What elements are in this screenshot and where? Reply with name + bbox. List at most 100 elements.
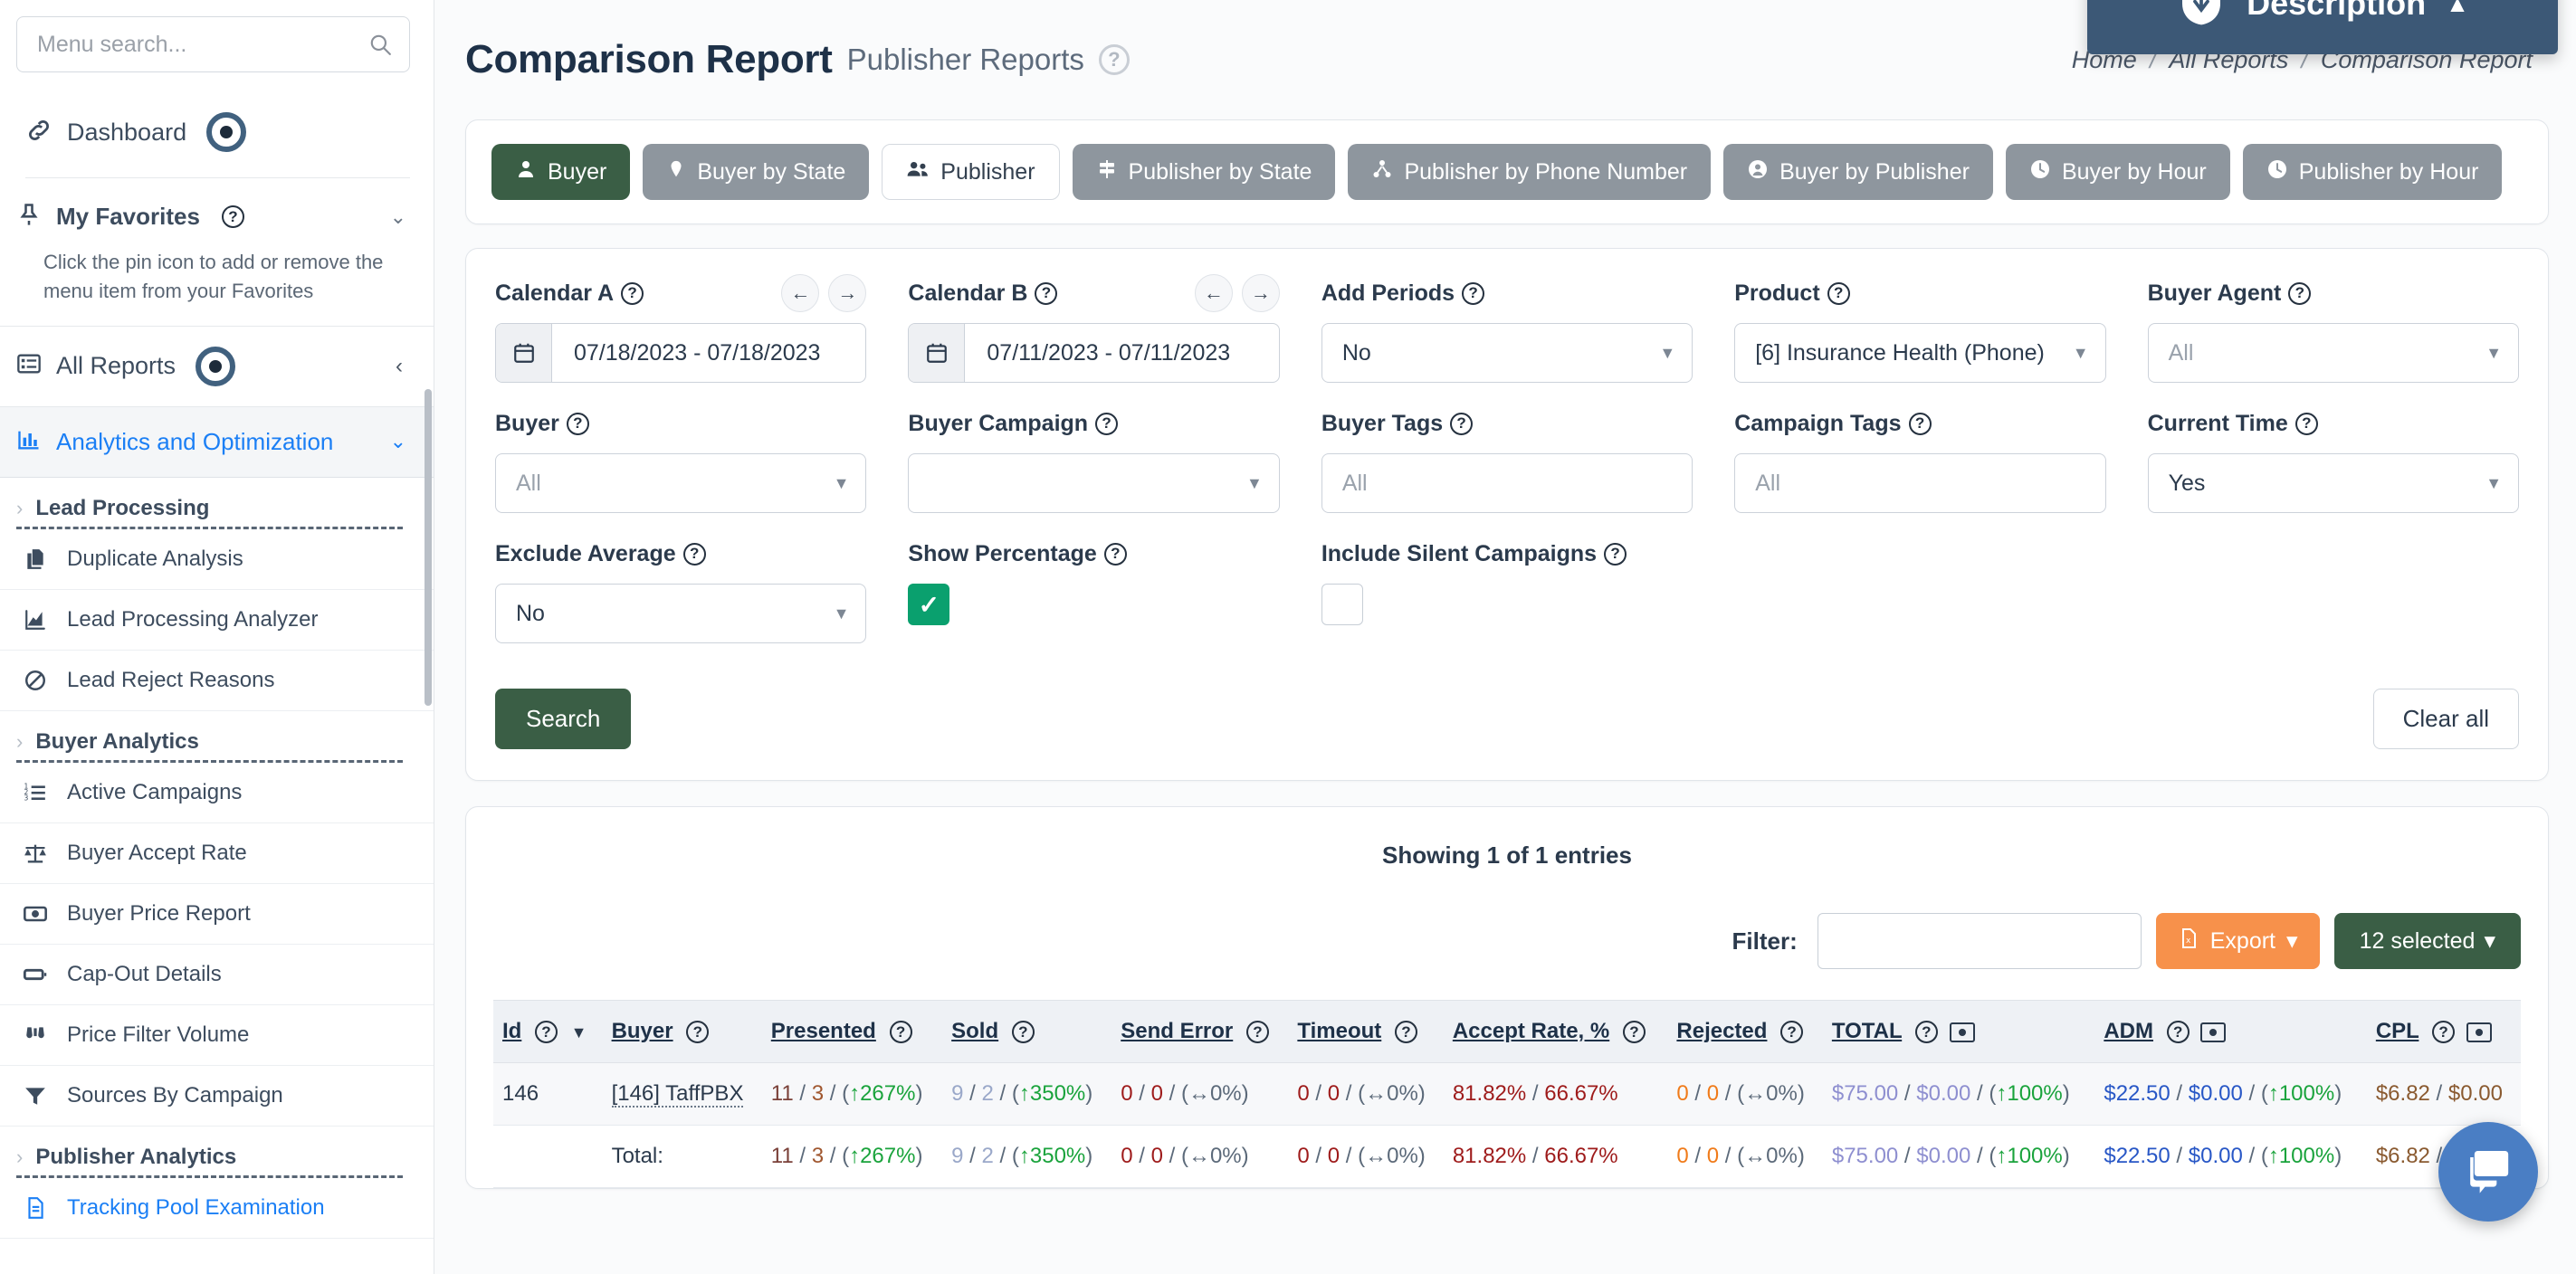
question-circle-icon[interactable]: ? — [1104, 543, 1127, 566]
column-header-total[interactable]: TOTAL ? — [1823, 1001, 2094, 1063]
question-circle-icon[interactable]: ? — [1012, 1021, 1035, 1043]
question-circle-icon[interactable]: ? — [2432, 1021, 2455, 1043]
question-circle-icon[interactable]: ? — [1099, 44, 1130, 75]
prev-period-button[interactable]: ← — [781, 274, 819, 312]
sidebar-item-all-reports[interactable]: All Reports ‹ — [0, 326, 434, 406]
buyer-agent-select[interactable]: All ▼ — [2148, 323, 2519, 383]
sidebar-group-lead-processing[interactable]: › Lead Processing — [0, 478, 434, 527]
money-icon[interactable] — [1950, 1022, 1975, 1042]
tab-publisher-by-hour[interactable]: Publisher by Hour — [2243, 144, 2503, 200]
chevron-down-icon[interactable]: ⌄ — [390, 205, 406, 229]
chevron-left-icon[interactable]: ‹ — [396, 354, 403, 379]
question-circle-icon[interactable]: ? — [2295, 413, 2318, 435]
table-row[interactable]: 146 [146] TaffPBX 11 / 3 / (↑267%) 9 / 2… — [493, 1063, 2521, 1126]
question-circle-icon[interactable]: ? — [621, 282, 644, 305]
search-button[interactable]: Search — [495, 689, 631, 749]
question-circle-icon[interactable]: ? — [1035, 282, 1057, 305]
money-icon[interactable] — [2200, 1022, 2226, 1042]
eye-icon[interactable] — [206, 112, 246, 152]
sidebar-item-price-filter-volume[interactable]: Price Filter Volume — [0, 1005, 434, 1066]
caret-up-icon[interactable]: ▲ — [2446, 0, 2469, 18]
campaign-tags-select[interactable]: All — [1734, 453, 2105, 513]
question-circle-icon[interactable]: ? — [567, 413, 589, 435]
tab-buyer-by-hour[interactable]: Buyer by Hour — [2006, 144, 2230, 200]
sidebar-item-tracking-pool-examination[interactable]: Tracking Pool Examination — [0, 1178, 434, 1239]
eye-icon[interactable] — [196, 347, 235, 386]
sidebar-scrollbar[interactable] — [425, 389, 432, 706]
buyer-tags-select[interactable]: All — [1321, 453, 1693, 513]
column-header-cpl[interactable]: CPL ? — [2367, 1001, 2521, 1063]
buyer-select[interactable]: All ▼ — [495, 453, 866, 513]
sidebar-item-dashboard[interactable]: Dashboard — [25, 85, 410, 178]
sidebar-item-cap-out-details[interactable]: Cap-Out Details — [0, 945, 434, 1005]
question-circle-icon[interactable]: ? — [1395, 1021, 1417, 1043]
question-circle-icon[interactable]: ? — [1095, 413, 1118, 435]
exclude-average-select[interactable]: No ▼ — [495, 584, 866, 643]
next-period-button[interactable]: → — [828, 274, 866, 312]
sidebar-group-publisher-analytics[interactable]: › Publisher Analytics — [0, 1127, 434, 1175]
sidebar-item-lead-processing-analyzer[interactable]: Lead Processing Analyzer — [0, 590, 434, 651]
columns-selected-button[interactable]: 12 selected ▾ — [2334, 913, 2521, 969]
question-circle-icon[interactable]: ? — [222, 205, 244, 228]
sidebar-group-buyer-analytics[interactable]: › Buyer Analytics — [0, 711, 434, 760]
calendar-b-input[interactable]: 07/11/2023 - 07/11/2023 — [908, 323, 1279, 383]
question-circle-icon[interactable]: ? — [1450, 413, 1473, 435]
column-header-adm[interactable]: ADM ? — [2094, 1001, 2366, 1063]
column-header-id[interactable]: Id ? ▼ — [493, 1001, 603, 1063]
include-silent-campaigns-checkbox[interactable] — [1321, 584, 1363, 625]
question-circle-icon[interactable]: ? — [890, 1021, 912, 1043]
sidebar-section-favorites[interactable]: My Favorites ? ⌄ — [0, 178, 434, 242]
question-circle-icon[interactable]: ? — [2167, 1021, 2190, 1043]
current-time-select[interactable]: Yes ▼ — [2148, 453, 2519, 513]
table-filter-input[interactable] — [1818, 913, 2142, 969]
prev-period-button[interactable]: ← — [1195, 274, 1233, 312]
sidebar-item-sources-by-campaign[interactable]: Sources By Campaign — [0, 1066, 434, 1127]
column-header-buyer[interactable]: Buyer ? — [603, 1001, 762, 1063]
export-button[interactable]: x Export ▾ — [2156, 913, 2320, 969]
sidebar-item-buyer-price-report[interactable]: Buyer Price Report — [0, 884, 434, 945]
money-icon[interactable] — [2466, 1022, 2492, 1042]
sort-descending-icon[interactable]: ▼ — [571, 1023, 587, 1041]
clear-all-button[interactable]: Clear all — [2373, 689, 2519, 749]
question-circle-icon[interactable]: ? — [1909, 413, 1932, 435]
tab-buyer-by-publisher[interactable]: Buyer by Publisher — [1723, 144, 1993, 200]
column-header-accept-rate[interactable]: Accept Rate, % ? — [1444, 1001, 1668, 1063]
sidebar-item-duplicate-analysis[interactable]: Duplicate Analysis — [0, 529, 434, 590]
question-circle-icon[interactable]: ? — [1827, 282, 1850, 305]
question-circle-icon[interactable]: ? — [1780, 1021, 1803, 1043]
cell-buyer[interactable]: [146] TaffPBX — [603, 1063, 762, 1126]
chat-widget-button[interactable] — [2438, 1122, 2538, 1222]
sidebar-item-analytics-and-optimization[interactable]: Analytics and Optimization ⌄ — [0, 406, 434, 478]
sidebar-item-active-campaigns[interactable]: 1 2 3 Active Campaigns — [0, 763, 434, 823]
add-periods-select[interactable]: No ▼ — [1321, 323, 1693, 383]
sidebar-item-lead-reject-reasons[interactable]: Lead Reject Reasons — [0, 651, 434, 711]
description-panel[interactable]: Description ▲ — [2087, 0, 2558, 54]
column-header-send-error[interactable]: Send Error ? — [1111, 1001, 1288, 1063]
question-circle-icon[interactable]: ? — [1604, 543, 1627, 566]
next-period-button[interactable]: → — [1242, 274, 1280, 312]
column-header-presented[interactable]: Presented ? — [762, 1001, 942, 1063]
column-header-rejected[interactable]: Rejected ? — [1667, 1001, 1822, 1063]
question-circle-icon[interactable]: ? — [2288, 282, 2311, 305]
question-circle-icon[interactable]: ? — [1623, 1021, 1646, 1043]
buyer-campaign-select[interactable]: ▼ — [908, 453, 1279, 513]
buyer-link[interactable]: [146] TaffPBX — [612, 1081, 744, 1108]
question-circle-icon[interactable]: ? — [535, 1021, 558, 1043]
question-circle-icon[interactable]: ? — [1915, 1021, 1938, 1043]
tab-publisher-by-state[interactable]: Publisher by State — [1073, 144, 1336, 200]
question-circle-icon[interactable]: ? — [686, 1021, 709, 1043]
chevron-down-icon[interactable]: ⌄ — [390, 430, 406, 453]
calendar-a-input[interactable]: 07/18/2023 - 07/18/2023 — [495, 323, 866, 383]
sidebar-item-buyer-accept-rate[interactable]: Buyer Accept Rate — [0, 823, 434, 884]
tab-buyer-by-state[interactable]: Buyer by State — [643, 144, 869, 200]
question-circle-icon[interactable]: ? — [1462, 282, 1484, 305]
column-header-timeout[interactable]: Timeout ? — [1288, 1001, 1443, 1063]
menu-search-input[interactable] — [16, 16, 410, 72]
question-circle-icon[interactable]: ? — [1246, 1021, 1269, 1043]
show-percentage-checkbox[interactable]: ✓ — [908, 584, 949, 625]
tab-publisher-by-phone-number[interactable]: Publisher by Phone Number — [1348, 144, 1711, 200]
column-header-sold[interactable]: Sold ? — [942, 1001, 1111, 1063]
product-select[interactable]: [6] Insurance Health (Phone) ▼ — [1734, 323, 2105, 383]
tab-buyer[interactable]: Buyer — [491, 144, 630, 200]
tab-publisher[interactable]: Publisher — [882, 144, 1059, 200]
